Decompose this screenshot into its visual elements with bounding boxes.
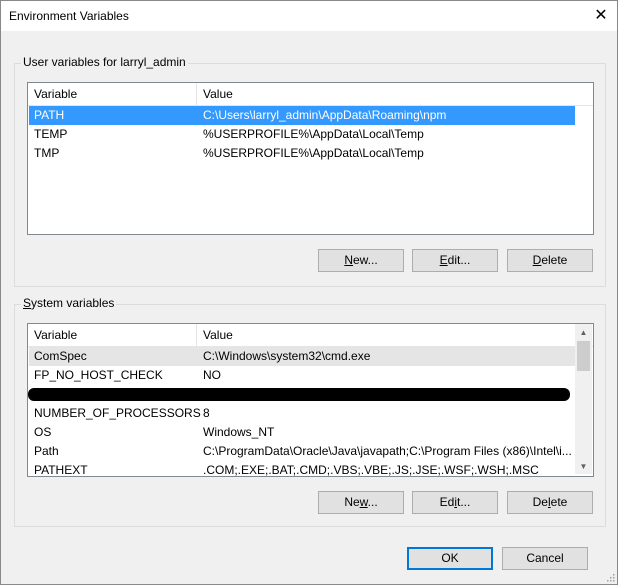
user-new-button[interactable]: New... xyxy=(318,249,404,272)
mnemonic: E xyxy=(439,253,448,267)
variable-name: FP_NO_HOST_CHECK xyxy=(34,368,163,382)
button-label: ete xyxy=(550,495,568,509)
cancel-button[interactable]: Cancel xyxy=(502,547,588,570)
table-row[interactable]: Path C:\ProgramData\Oracle\Java\javapath… xyxy=(29,442,575,461)
variable-name: OS xyxy=(34,425,52,439)
variable-value: C:\ProgramData\Oracle\Java\javapath;C:\P… xyxy=(203,444,572,458)
variable-name: PATHEXT xyxy=(34,463,88,477)
button-label: ew... xyxy=(352,253,378,267)
scroll-up-icon[interactable]: ▲ xyxy=(577,326,590,339)
table-row[interactable]: OS Windows_NT xyxy=(29,423,575,442)
column-header-value[interactable]: Value xyxy=(203,87,233,101)
scrollbar-thumb[interactable] xyxy=(577,341,590,371)
system-new-button[interactable]: New... xyxy=(318,491,404,514)
button-label: t... xyxy=(457,495,471,509)
window-title: Environment Variables xyxy=(9,9,129,23)
list-header: Variable Value xyxy=(28,83,593,106)
variable-name: Path xyxy=(34,444,59,458)
variable-value: %USERPROFILE%\AppData\Local\Temp xyxy=(203,146,424,160)
table-row[interactable]: ComSpec C:\Windows\system32\cmd.exe xyxy=(29,347,575,366)
variable-name: PATH xyxy=(34,108,65,122)
table-row[interactable]: TMP %USERPROFILE%\AppData\Local\Temp xyxy=(29,144,575,163)
button-label: ... xyxy=(367,495,378,509)
title-bar: Environment Variables ✕ xyxy=(1,1,617,31)
column-header-value[interactable]: Value xyxy=(203,328,233,342)
vertical-scrollbar[interactable]: ▲ ▼ xyxy=(575,324,592,474)
button-label: Ed xyxy=(439,495,455,509)
system-delete-button[interactable]: Delete xyxy=(507,491,593,514)
user-variables-legend: User variables for larryl_admin xyxy=(21,55,188,69)
mnemonic: N xyxy=(344,253,353,267)
mnemonic: S xyxy=(23,296,32,310)
table-row[interactable]: FP_NO_HOST_CHECK NO xyxy=(29,366,575,385)
environment-variables-dialog: Environment Variables ✕ User variables f… xyxy=(0,0,618,585)
variable-name: TMP xyxy=(34,146,60,160)
variable-value: C:\Users\larryl_admin\AppData\Roaming\np… xyxy=(203,108,447,122)
user-delete-button[interactable]: Delete xyxy=(507,249,593,272)
variable-name: NUMBER_OF_PROCESSORS xyxy=(34,406,201,420)
user-edit-button[interactable]: Edit... xyxy=(412,249,498,272)
variable-value: .COM;.EXE;.BAT;.CMD;.VBS;.VBE;.JS;.JSE;.… xyxy=(203,463,539,477)
variable-value: %USERPROFILE%\AppData\Local\Temp xyxy=(203,127,424,141)
scroll-down-icon[interactable]: ▼ xyxy=(577,460,590,473)
mnemonic: D xyxy=(532,253,542,267)
button-label: elete xyxy=(541,253,568,267)
resize-grip-icon[interactable] xyxy=(605,572,615,582)
button-label: De xyxy=(532,495,548,509)
system-variables-list[interactable]: Variable Value ComSpec C:\Windows\system… xyxy=(27,323,594,477)
table-row[interactable]: PATHEXT .COM;.EXE;.BAT;.CMD;.VBS;.VBE;.J… xyxy=(29,461,575,477)
button-label: dit... xyxy=(447,253,471,267)
column-header-variable[interactable]: Variable xyxy=(34,328,77,342)
variable-name: TEMP xyxy=(34,127,68,141)
column-header-variable[interactable]: Variable xyxy=(34,87,77,101)
variable-name: ComSpec xyxy=(34,349,87,363)
button-label: Ne xyxy=(344,495,360,509)
system-edit-button[interactable]: Edit... xyxy=(412,491,498,514)
variable-value: 8 xyxy=(203,406,210,420)
close-icon[interactable]: ✕ xyxy=(589,5,613,27)
column-separator[interactable] xyxy=(196,324,197,346)
redaction-bar xyxy=(28,388,570,401)
variable-value: C:\Windows\system32\cmd.exe xyxy=(203,349,371,363)
list-header: Variable Value xyxy=(28,324,593,347)
variable-value: NO xyxy=(203,368,221,382)
system-variables-legend: System variables xyxy=(21,296,117,310)
variable-value: Windows_NT xyxy=(203,425,275,439)
mnemonic: w xyxy=(359,495,368,509)
column-separator[interactable] xyxy=(196,83,197,105)
user-variables-list[interactable]: Variable Value PATH C:\Users\larryl_admi… xyxy=(27,82,594,235)
legend-label: ystem variables xyxy=(31,296,115,310)
table-row[interactable]: NUMBER_OF_PROCESSORS 8 xyxy=(29,404,575,423)
ok-button[interactable]: OK xyxy=(407,547,493,570)
table-row[interactable]: TEMP %USERPROFILE%\AppData\Local\Temp xyxy=(29,125,575,144)
table-row[interactable]: PATH C:\Users\larryl_admin\AppData\Roami… xyxy=(29,106,575,125)
